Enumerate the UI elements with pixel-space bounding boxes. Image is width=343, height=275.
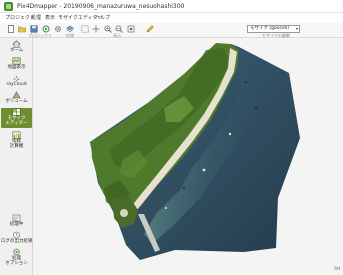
toolbar: モザイク (geocell) ▾ プロジェクト 処理 表示 モザイクの編集 xyxy=(0,23,343,38)
sidebar-item-mosaic-editor[interactable]: モザイク エディター xyxy=(1,108,32,128)
select-tool-button[interactable] xyxy=(80,25,89,33)
map-view-icon xyxy=(12,57,21,65)
zoom-fit-button[interactable] xyxy=(126,25,135,33)
menu-process[interactable]: 処理 xyxy=(31,14,41,22)
new-project-icon xyxy=(7,25,14,33)
sidebar-label-log-output: ログの出力結果 xyxy=(1,239,33,244)
window-title: Pix4Dmapper - 20190906_manazuruwa_nesuoh… xyxy=(17,3,185,10)
pix4d-logo-icon xyxy=(4,2,13,11)
open-project-button[interactable] xyxy=(17,25,26,33)
title-bar: Pix4Dmapper - 20190906_manazuruwa_nesuoh… xyxy=(0,0,343,13)
sidebar: ホーム 地図表示 rayCloud ボリューム モザイク エディター 指標 計算… xyxy=(0,38,33,275)
processing-options-icon xyxy=(13,248,20,256)
sidebar-label-volume: ボリューム xyxy=(5,99,28,104)
pan-tool-button[interactable] xyxy=(91,25,100,33)
orthomosaic-image xyxy=(90,43,300,260)
sidebar-label-index-calculator: 指標 計算機 xyxy=(9,139,24,149)
save-icon xyxy=(30,25,38,33)
zoom-fit-icon xyxy=(127,25,134,33)
sidebar-label-processing: 処理中 xyxy=(9,222,24,227)
status-corner-label: W4 xyxy=(334,266,341,271)
sidebar-label-mosaic-editor: モザイク エディター xyxy=(5,116,28,126)
new-project-button[interactable] xyxy=(6,25,15,33)
sidebar-item-map-view[interactable]: 地図表示 xyxy=(1,57,32,72)
menu-bar: プロジェクト 処理 表示 モザイクエディター ヘルプ xyxy=(0,13,343,23)
log-output-icon xyxy=(13,231,20,239)
volume-icon xyxy=(12,91,21,99)
process-options-button[interactable] xyxy=(53,25,62,33)
index-calculator-icon xyxy=(12,131,21,139)
folder-icon xyxy=(17,26,26,33)
layers-button[interactable] xyxy=(65,25,74,33)
gear-icon xyxy=(54,25,61,33)
process-icon xyxy=(42,25,49,33)
mosaic-select[interactable]: モザイク (geocell) ▾ xyxy=(247,25,300,33)
chevron-down-icon: ▾ xyxy=(295,26,298,31)
mosaic-edit-icon xyxy=(146,25,154,33)
zoom-in-icon xyxy=(104,25,112,33)
zoom-out-button[interactable] xyxy=(114,25,123,33)
sidebar-item-raycloud[interactable]: rayCloud xyxy=(1,74,32,89)
sidebar-item-volume[interactable]: ボリューム xyxy=(1,91,32,106)
process-button[interactable] xyxy=(41,25,50,33)
sidebar-label-processing-options: 処理 オプション xyxy=(5,256,28,266)
mosaic-select-value: モザイク (geocell) xyxy=(250,26,289,31)
sidebar-item-processing-options[interactable]: 処理 オプション xyxy=(1,248,32,268)
mosaic-view[interactable] xyxy=(34,38,343,275)
processing-icon xyxy=(12,214,21,222)
sidebar-label-map-view: 地図表示 xyxy=(7,65,26,70)
selection-icon xyxy=(80,25,89,33)
sidebar-item-log-output[interactable]: ログの出力結果 xyxy=(1,231,33,246)
sidebar-item-processing[interactable]: 処理中 xyxy=(1,214,32,229)
sidebar-label-raycloud: rayCloud xyxy=(6,82,27,87)
sidebar-item-index-calculator[interactable]: 指標 計算機 xyxy=(1,131,32,151)
app-window: Pix4Dmapper - 20190906_manazuruwa_nesuoh… xyxy=(0,0,343,275)
raycloud-icon xyxy=(13,76,20,81)
sidebar-label-home: ホーム xyxy=(9,48,24,53)
zoom-out-icon xyxy=(115,25,123,33)
menu-view[interactable]: 表示 xyxy=(45,14,55,22)
save-project-button[interactable] xyxy=(29,25,38,33)
home-icon xyxy=(12,40,21,48)
menu-help[interactable]: ヘルプ xyxy=(95,14,110,22)
sidebar-item-home[interactable]: ホーム xyxy=(1,40,32,55)
mosaic-edit-button[interactable] xyxy=(145,25,154,33)
zoom-in-button[interactable] xyxy=(103,25,112,33)
pan-icon xyxy=(92,25,99,33)
layers-icon xyxy=(65,25,74,32)
mosaic-editor-icon xyxy=(12,108,21,116)
